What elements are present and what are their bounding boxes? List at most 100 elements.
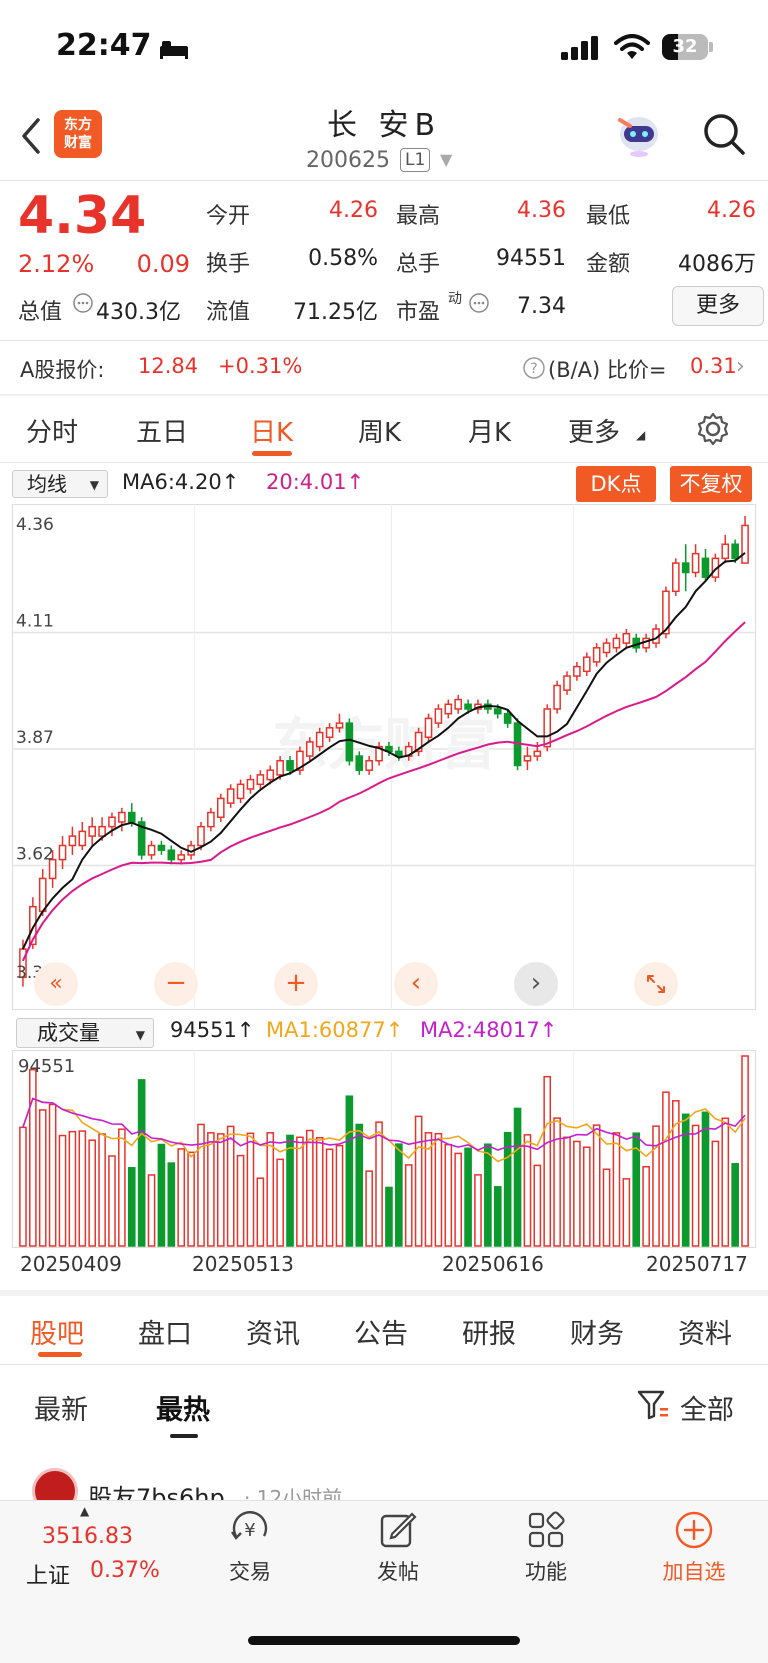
volume-bar [523, 1134, 532, 1247]
index-name[interactable]: 上证 [26, 1558, 70, 1590]
tab-finance[interactable]: 财务 [570, 1312, 624, 1351]
volume-bar [414, 1115, 423, 1247]
battery-icon: 32 [662, 34, 714, 60]
candle-body [671, 562, 680, 593]
tab-intraday[interactable]: 分时 [26, 412, 78, 449]
filter-icon[interactable] [636, 1388, 670, 1422]
volume-bar [48, 1103, 57, 1247]
open-label: 今开 [206, 204, 251, 229]
level-badge[interactable]: L1 [400, 148, 431, 172]
volume-chart[interactable]: 94551 [12, 1050, 756, 1248]
volume-value: 94551 [496, 246, 566, 271]
ma20-line [21, 621, 746, 962]
nav-functions[interactable]: 功能 [496, 1556, 596, 1586]
volume-bar [533, 1164, 542, 1247]
compose-post-icon[interactable] [378, 1510, 418, 1550]
date-label: 20250513 [192, 1252, 294, 1276]
divider [0, 394, 768, 396]
chevron-right-icon[interactable]: › [736, 354, 745, 379]
candle-body [464, 703, 472, 710]
volume-bar [602, 1168, 611, 1247]
volume-bar [256, 1177, 265, 1247]
gear-icon[interactable] [696, 412, 730, 446]
fullscreen-icon[interactable] [634, 962, 678, 1006]
y-tick-label: 3.87 [16, 728, 54, 748]
tab-five-day[interactable]: 五日 [136, 412, 188, 449]
tab-weekly-k[interactable]: 周K [358, 412, 401, 449]
candle-body [553, 684, 561, 710]
volume-indicator-select[interactable]: 成交量 ▼ [16, 1018, 154, 1048]
tab-profile[interactable]: 资料 [678, 1312, 732, 1351]
index-value[interactable]: 3516.83 [42, 1524, 133, 1549]
index-up-icon: ▲ [80, 1504, 90, 1518]
more-button[interactable]: 更多 [672, 286, 764, 326]
market-cap-value: 430.3亿 [96, 300, 181, 325]
candle-body [493, 708, 502, 715]
candlestick-chart[interactable]: 东方财富 4.364.113.873.623.37 [12, 504, 756, 1010]
tab-announcements[interactable]: 公告 [354, 1312, 408, 1351]
volume-bar [236, 1154, 245, 1247]
more-caret-icon: ◢ [636, 428, 646, 442]
functions-grid-icon[interactable] [526, 1510, 566, 1550]
rewind-icon[interactable]: « [34, 962, 78, 1006]
ba-ratio-label[interactable]: (B/A) 比价= [548, 354, 667, 384]
low-value: 4.26 [707, 198, 756, 223]
volume-bar [29, 1068, 37, 1247]
index-percent[interactable]: 0.37% [90, 1558, 160, 1583]
nav-trade[interactable]: 交易 [200, 1556, 300, 1586]
svg-text:?: ? [530, 361, 537, 377]
tab-more[interactable]: 更多 [568, 412, 620, 449]
pe-superscript: 动 [448, 291, 462, 307]
ma6-readout: MA6:4.20↑ [122, 470, 240, 494]
amount-value: 4086万 [678, 252, 756, 277]
volume-bar [226, 1125, 235, 1247]
float-cap-value: 71.25亿 [293, 300, 378, 325]
nav-add-watchlist[interactable]: 加自选 [644, 1556, 744, 1586]
candle-body [612, 637, 621, 649]
volume-bar [177, 1148, 186, 1247]
info-dots-icon[interactable] [72, 292, 94, 314]
volume-bar [711, 1140, 720, 1247]
pe-info-dots-icon[interactable] [468, 292, 490, 314]
candle-body [721, 543, 730, 560]
volume-bar [147, 1174, 156, 1247]
candle-body [88, 825, 97, 837]
pe-label: 市盈 [396, 300, 441, 325]
candle-body [523, 755, 532, 762]
tab-pankou[interactable]: 盘口 [138, 1312, 192, 1351]
tab-daily-k[interactable]: 日K [250, 412, 293, 449]
volume-bar [464, 1147, 472, 1247]
add-watchlist-icon[interactable] [674, 1510, 714, 1550]
nav-post[interactable]: 发帖 [348, 1556, 448, 1586]
home-indicator[interactable] [248, 1636, 520, 1645]
market-cap-label: 总值 [18, 300, 63, 325]
scroll-right-icon[interactable]: › [514, 962, 558, 1006]
filter-all[interactable]: 全部 [680, 1388, 734, 1427]
scroll-left-icon[interactable]: ‹ [394, 962, 438, 1006]
ma-indicator-select[interactable]: 均线 ▼ [12, 470, 108, 498]
ai-assistant-robot-icon[interactable] [614, 112, 664, 158]
tab-research[interactable]: 研报 [462, 1312, 516, 1351]
volume-bar [315, 1136, 324, 1247]
candle-body [503, 712, 512, 724]
subtab-latest[interactable]: 最新 [34, 1388, 88, 1427]
high-value: 4.36 [517, 198, 566, 223]
candle-body [305, 741, 314, 757]
search-icon[interactable] [702, 112, 746, 156]
code-dropdown-icon[interactable]: ▼ [440, 150, 452, 169]
change-percent: 2.12% [18, 250, 95, 278]
help-icon[interactable]: ? [522, 356, 546, 380]
zoom-out-icon[interactable]: − [154, 962, 198, 1006]
volume-bar [513, 1107, 522, 1247]
dk-points-button[interactable]: DK点 [576, 466, 656, 502]
no-adjust-button[interactable]: 不复权 [670, 466, 752, 502]
trade-icon[interactable]: ¥ [228, 1510, 272, 1550]
tab-news[interactable]: 资讯 [246, 1312, 300, 1351]
volume-bar [662, 1091, 670, 1247]
zoom-in-icon[interactable]: + [274, 962, 318, 1006]
tab-guba[interactable]: 股吧 [30, 1312, 84, 1351]
turnover-label: 换手 [206, 252, 251, 277]
turnover-value: 0.58% [308, 246, 378, 271]
subtab-hottest[interactable]: 最热 [156, 1388, 210, 1427]
tab-monthly-k[interactable]: 月K [468, 412, 511, 449]
